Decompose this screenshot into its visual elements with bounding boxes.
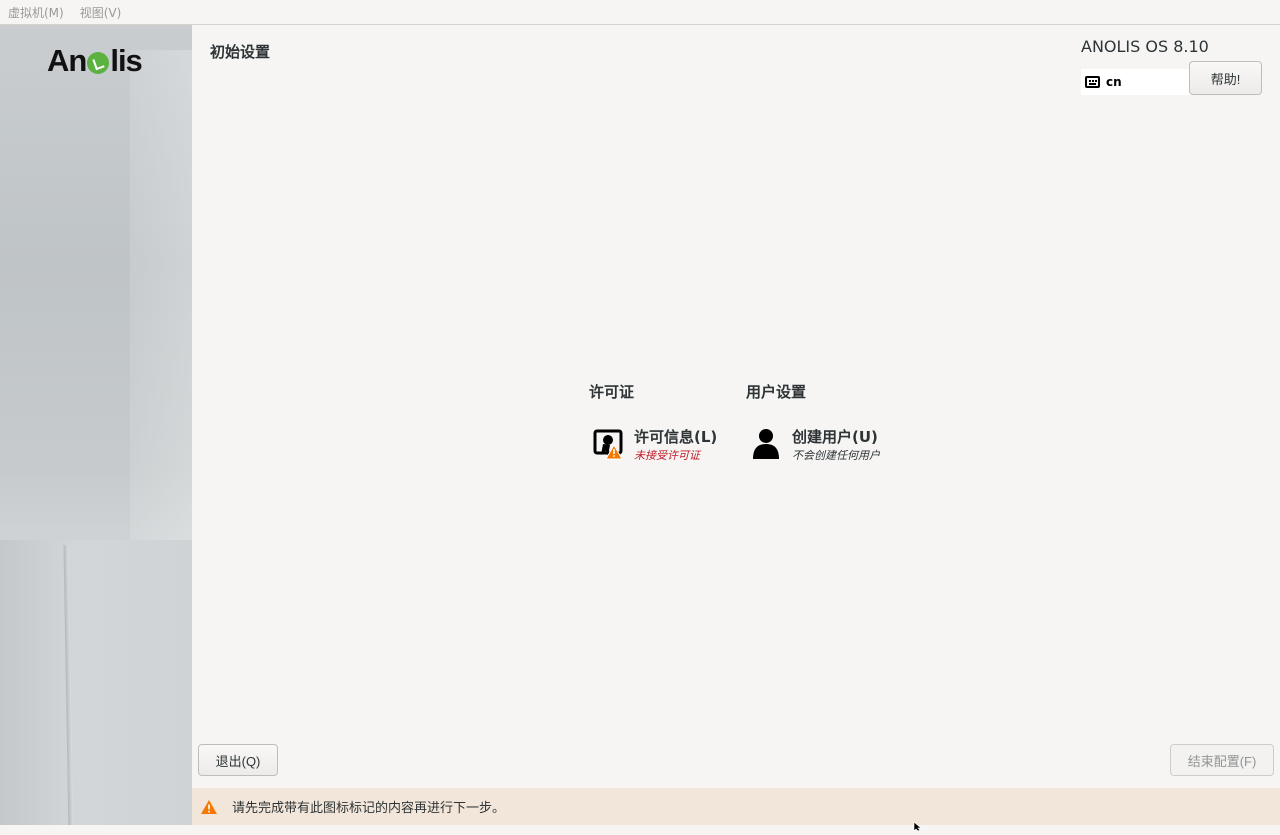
- warning-text: 请先完成带有此图标标记的内容再进行下一步。: [232, 801, 506, 816]
- spoke-label: 许可信息(L): [634, 428, 718, 446]
- keyboard-layout-indicator[interactable]: cn: [1081, 69, 1191, 95]
- category-title: 许可证: [589, 383, 635, 401]
- user-icon: [750, 427, 784, 461]
- logo-text-left: An: [47, 43, 87, 78]
- page-title: 初始设置: [210, 43, 271, 61]
- menubar: 虚拟机(M) 视图(V): [0, 0, 1280, 25]
- license-warning-icon: [592, 427, 626, 461]
- spoke-status: 未接受许可证: [634, 449, 700, 462]
- help-button[interactable]: 帮助!: [1189, 61, 1262, 95]
- menu-vm[interactable]: 虚拟机(M): [8, 4, 64, 21]
- warning-bar: 请先完成带有此图标标记的内容再进行下一步。: [192, 788, 1280, 825]
- anolis-logo: An lis: [47, 43, 143, 78]
- mouse-cursor-icon: [913, 816, 923, 835]
- category-license: 许可证: [589, 381, 749, 402]
- main-panel: 初始设置 ANOLIS OS 8.10 cn 帮助! 许可证 许可信息(L) 未…: [192, 25, 1280, 788]
- spoke-status: 不会创建任何用户: [792, 449, 880, 462]
- spoke-label: 创建用户(U): [792, 428, 878, 446]
- logo-text-right: lis: [110, 43, 142, 78]
- keyboard-icon: [1085, 76, 1100, 88]
- quit-button[interactable]: 退出(Q): [198, 744, 278, 776]
- spoke-license-info[interactable]: 许可信息(L) 未接受许可证: [592, 427, 717, 463]
- category-title: 用户设置: [746, 383, 807, 401]
- logo-leaf-icon: [87, 52, 110, 74]
- warning-icon: [200, 799, 218, 815]
- sidebar-fold-lower: [0, 540, 192, 825]
- spoke-create-user[interactable]: 创建用户(U) 不会创建任何用户: [750, 427, 880, 463]
- finish-configuration-button[interactable]: 结束配置(F): [1170, 744, 1274, 776]
- category-user-settings: 用户设置: [746, 381, 906, 402]
- sidebar: An lis: [0, 25, 192, 825]
- sidebar-fold: [130, 50, 192, 540]
- menu-view[interactable]: 视图(V): [80, 4, 122, 21]
- keyboard-layout-label: cn: [1106, 75, 1122, 89]
- os-title: ANOLIS OS 8.10: [1081, 37, 1209, 56]
